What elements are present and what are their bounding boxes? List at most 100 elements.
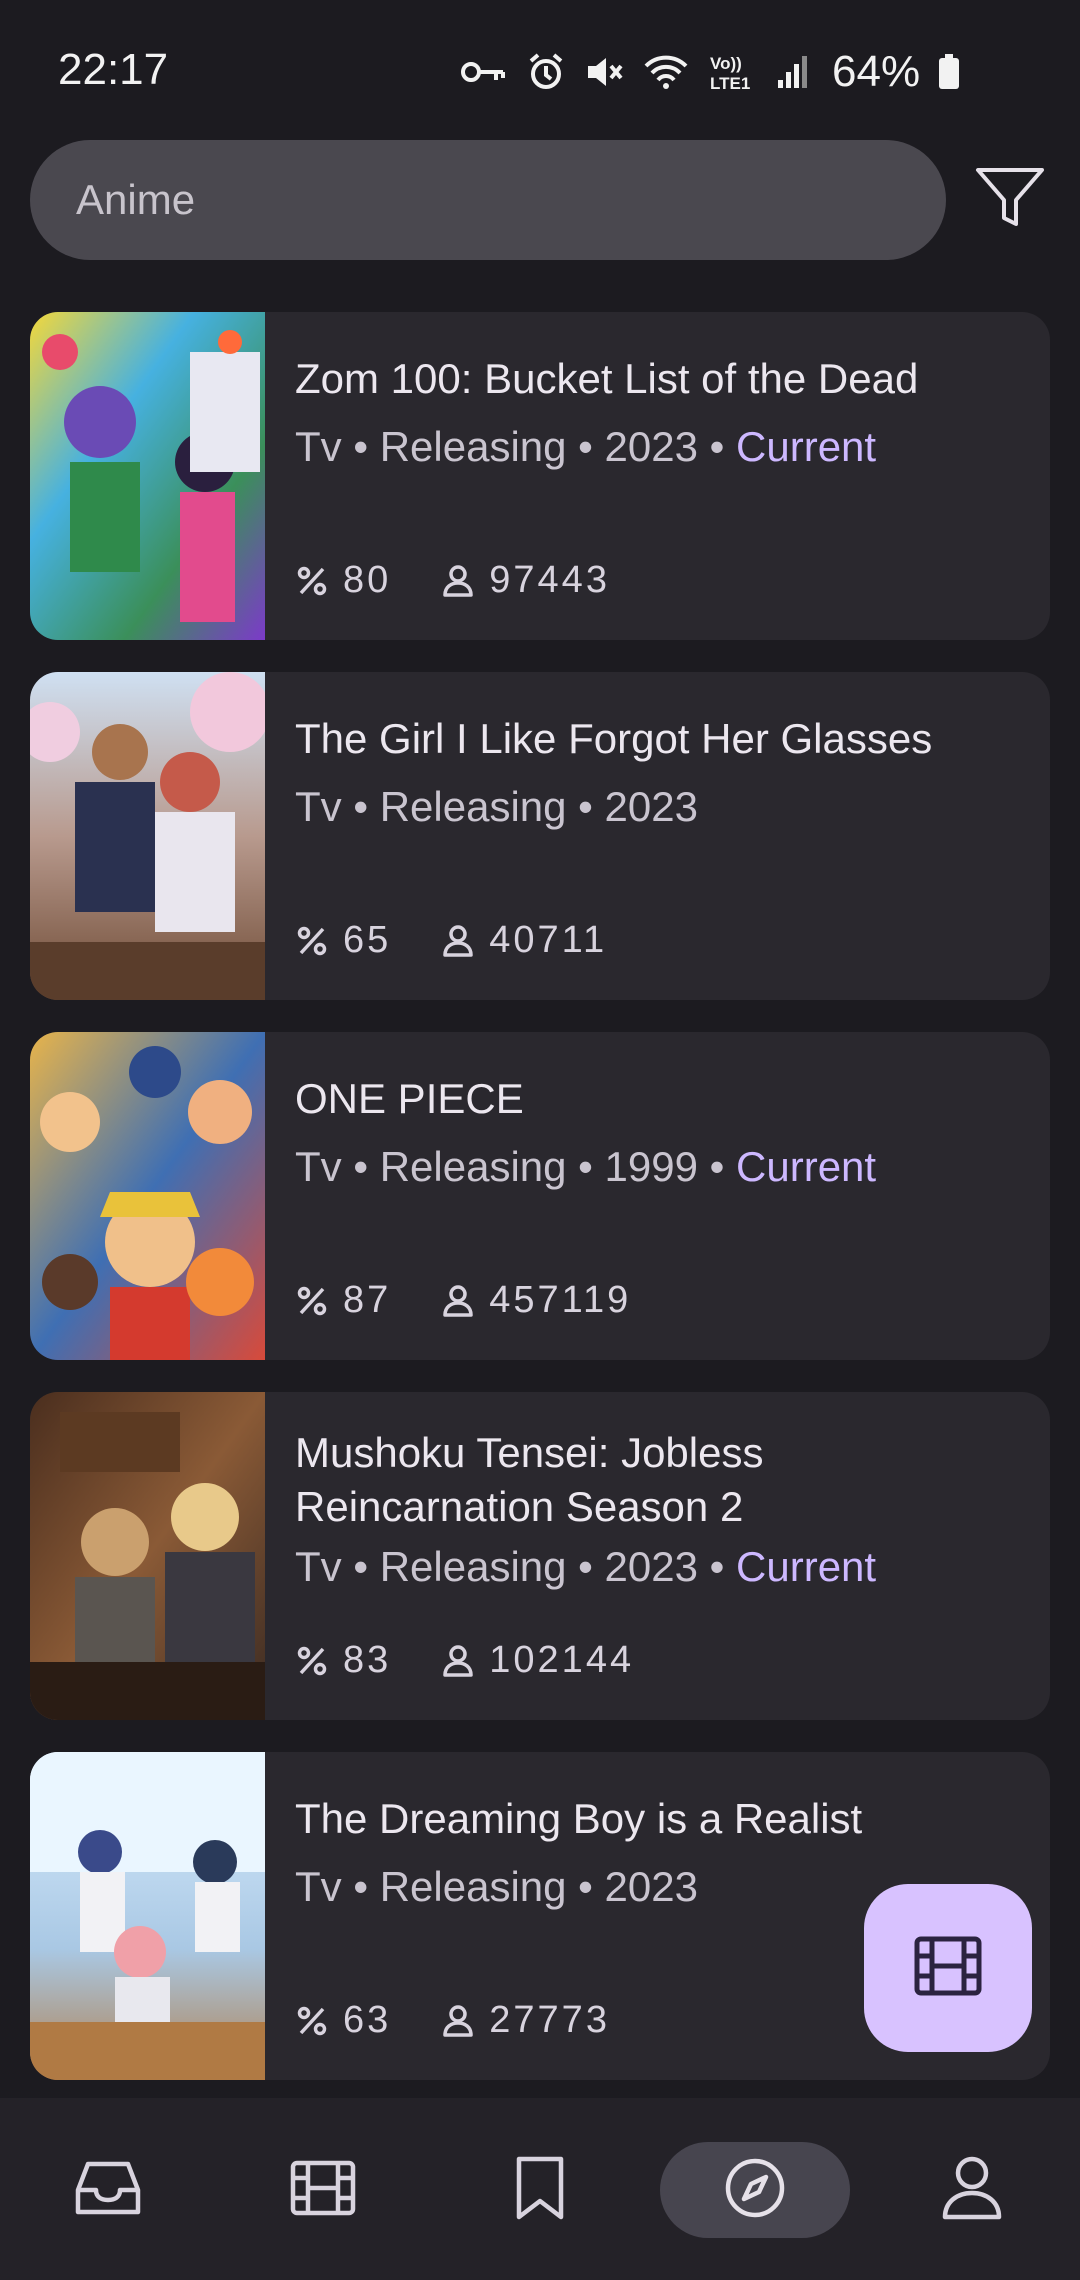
card-stats: 65 40711 — [295, 919, 657, 962]
users-stat: 97443 — [441, 559, 610, 602]
cover-image — [30, 1752, 265, 2080]
anime-format: Tv — [295, 783, 342, 830]
status-time: 22:17 — [58, 45, 169, 94]
battery-icon — [938, 54, 960, 90]
user-icon — [441, 1284, 475, 1318]
signal-icon — [776, 54, 810, 90]
anime-year: 2023 — [604, 783, 698, 830]
status-icons: Vo)) LTE1 64% — [460, 47, 960, 96]
card-body: Zom 100: Bucket List of the Dead Tv • Re… — [295, 352, 1030, 474]
anime-format: Tv — [295, 1143, 342, 1190]
media-type-fab[interactable] — [864, 1884, 1032, 2052]
anime-title: The Dreaming Boy is a Realist — [295, 1795, 863, 1842]
anime-format: Tv — [295, 1863, 342, 1910]
score-value: 87 — [343, 1279, 392, 1321]
alarm-icon — [526, 52, 566, 92]
anime-status: Releasing — [379, 1143, 567, 1190]
card-body: Mushoku Tensei: Jobless Reincarnation Se… — [295, 1426, 1030, 1594]
users-stat: 40711 — [441, 919, 607, 962]
percent-icon — [295, 1284, 329, 1318]
nav-bookmarks[interactable] — [445, 2142, 635, 2238]
users-stat: 102144 — [441, 1639, 634, 1682]
users-value: 97443 — [489, 559, 610, 601]
user-icon — [441, 2004, 475, 2038]
card-stats: 83 102144 — [295, 1639, 684, 1682]
percent-icon — [295, 1644, 329, 1678]
list-status: Current — [736, 1143, 877, 1190]
mute-icon — [584, 52, 624, 92]
volte-icon: Vo)) LTE1 — [708, 51, 758, 93]
anime-meta: Tv • Releasing • 2023 — [295, 783, 698, 830]
cover-image — [30, 672, 265, 1000]
nav-inbox[interactable] — [13, 2142, 203, 2238]
cover-image — [30, 1032, 265, 1360]
film-icon — [290, 2160, 356, 2221]
anime-year: 2023 — [604, 1543, 698, 1590]
anime-format: Tv — [295, 1543, 342, 1590]
users-stat: 457119 — [441, 1279, 631, 1322]
score-value: 63 — [343, 1999, 392, 2041]
score-stat: 80 — [295, 559, 391, 602]
svg-text:LTE1: LTE1 — [710, 74, 750, 93]
list-status: Current — [736, 1543, 877, 1590]
anime-card[interactable]: The Girl I Like Forgot Her Glasses Tv • … — [30, 672, 1050, 1000]
anime-year: 1999 — [604, 1143, 698, 1190]
inbox-icon — [75, 2160, 141, 2221]
anime-status: Releasing — [379, 1863, 567, 1910]
score-stat: 65 — [295, 919, 391, 962]
anime-meta: Tv • Releasing • 1999 • Current — [295, 1143, 877, 1190]
battery-percent: 64% — [832, 47, 921, 96]
anime-status: Releasing — [379, 423, 567, 470]
anime-card[interactable]: Mushoku Tensei: Jobless Reincarnation Se… — [30, 1392, 1050, 1720]
user-icon — [441, 924, 475, 958]
anime-status: Releasing — [379, 1543, 567, 1590]
anime-format: Tv — [295, 423, 342, 470]
status-bar: 22:17 Vo)) LTE1 64% — [0, 0, 1080, 140]
filter-icon — [974, 166, 1046, 235]
wifi-icon — [642, 52, 690, 92]
anime-meta: Tv • Releasing • 2023 • Current — [295, 1543, 877, 1590]
anime-card[interactable]: ONE PIECE Tv • Releasing • 1999 • Curren… — [30, 1032, 1050, 1360]
anime-card[interactable]: Zom 100: Bucket List of the Dead Tv • Re… — [30, 312, 1050, 640]
cover-image — [30, 1392, 265, 1720]
card-stats: 87 457119 — [295, 1279, 681, 1322]
card-stats: 63 27773 — [295, 1999, 660, 2042]
anime-year: 2023 — [604, 1863, 698, 1910]
compass-icon — [724, 2157, 786, 2224]
anime-meta: Tv • Releasing • 2023 • Current — [295, 423, 877, 470]
anime-year: 2023 — [604, 423, 698, 470]
card-body: The Girl I Like Forgot Her Glasses Tv • … — [295, 712, 1030, 834]
users-value: 27773 — [489, 1999, 610, 2041]
nav-profile[interactable] — [877, 2142, 1067, 2238]
users-value: 102144 — [489, 1639, 635, 1681]
anime-title: Zom 100: Bucket List of the Dead — [295, 355, 919, 402]
score-stat: 87 — [295, 1279, 391, 1322]
users-value: 40711 — [489, 919, 608, 961]
anime-status: Releasing — [379, 783, 567, 830]
score-value: 80 — [343, 559, 392, 601]
card-body: ONE PIECE Tv • Releasing • 1999 • Curren… — [295, 1072, 1030, 1194]
film-icon — [914, 1936, 982, 2001]
svg-text:Vo)): Vo)) — [710, 54, 742, 73]
card-stats: 80 97443 — [295, 559, 660, 602]
score-value: 65 — [343, 919, 392, 961]
users-value: 457119 — [489, 1279, 632, 1321]
anime-title: ONE PIECE — [295, 1075, 524, 1122]
user-icon — [441, 1644, 475, 1678]
filter-button[interactable] — [970, 160, 1050, 240]
nav-explore[interactable] — [660, 2142, 850, 2238]
anime-title: The Girl I Like Forgot Her Glasses — [295, 715, 933, 762]
search-row: Anime — [30, 140, 1060, 260]
users-stat: 27773 — [441, 1999, 610, 2042]
list-status: Current — [736, 423, 877, 470]
score-value: 83 — [343, 1639, 392, 1681]
percent-icon — [295, 2004, 329, 2038]
nav-anime[interactable] — [228, 2142, 418, 2238]
search-input[interactable]: Anime — [30, 140, 946, 260]
vpn-key-icon — [460, 57, 508, 87]
user-icon — [441, 564, 475, 598]
profile-icon — [941, 2155, 1003, 2226]
score-stat: 63 — [295, 1999, 391, 2042]
score-stat: 83 — [295, 1639, 391, 1682]
cover-image — [30, 312, 265, 640]
